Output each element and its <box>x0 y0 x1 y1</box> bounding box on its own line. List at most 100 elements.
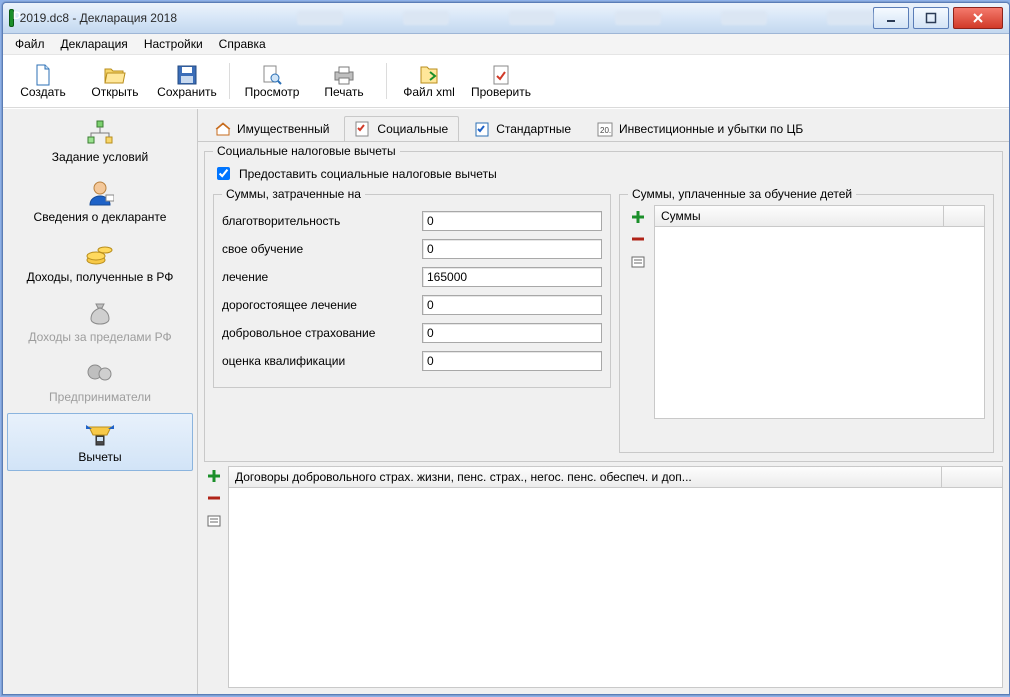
list-header: Суммы <box>655 206 984 227</box>
qualification-input[interactable] <box>422 351 602 371</box>
tab-property[interactable]: Имущественный <box>204 116 340 141</box>
provide-social-checkbox[interactable]: Предоставить социальные налоговые вычеты <box>213 164 994 183</box>
contracts-edit-button[interactable] <box>206 512 222 528</box>
maximize-icon <box>925 12 937 24</box>
tab-label: Социальные <box>377 122 448 136</box>
group-social-deductions: Социальные налоговые вычеты Предоставить… <box>204 144 1003 462</box>
minus-icon <box>631 232 645 246</box>
group-children-education: Суммы, уплаченные за обучение детей <box>619 187 994 453</box>
remove-row-button[interactable] <box>630 231 646 247</box>
provide-social-checkbox-input[interactable] <box>217 167 230 180</box>
checklist-icon <box>355 121 371 137</box>
document-new-icon <box>33 64 53 86</box>
toolbar-check[interactable]: Проверить <box>465 59 537 103</box>
treatment-label: лечение <box>222 270 422 284</box>
expensive-treatment-input[interactable] <box>422 295 602 315</box>
treatment-input[interactable] <box>422 267 602 287</box>
menu-settings[interactable]: Настройки <box>138 35 209 53</box>
toolbar-separator <box>386 63 387 99</box>
list-header: Договоры добровольного страх. жизни, пен… <box>229 467 1002 488</box>
minus-icon <box>207 491 221 505</box>
tab-standard[interactable]: Стандартные <box>463 116 582 141</box>
tab-label: Инвестиционные и убытки по ЦБ <box>619 122 803 136</box>
charity-label: благотворительность <box>222 214 422 228</box>
edit-icon <box>207 513 221 527</box>
money-bag-icon <box>87 300 113 326</box>
app-window: 2019.dc8 - Декларация 2018 Файл Декларац… <box>2 2 1010 695</box>
menu-declaration[interactable]: Декларация <box>55 35 134 53</box>
folder-open-icon <box>103 65 127 85</box>
title-bar: 2019.dc8 - Декларация 2018 <box>3 3 1009 34</box>
menu-bar: Файл Декларация Настройки Справка <box>3 34 1009 55</box>
sidebar-item-conditions[interactable]: Задание условий <box>7 113 193 171</box>
close-button[interactable] <box>953 7 1003 29</box>
sidebar-item-deductions[interactable]: Вычеты <box>7 413 193 471</box>
person-icon <box>86 179 114 207</box>
edit-row-button[interactable] <box>630 253 646 269</box>
svg-text:20.: 20. <box>600 126 611 135</box>
house-icon <box>215 121 231 137</box>
qualification-label: оценка квалификации <box>222 354 422 368</box>
minimize-button[interactable] <box>873 7 909 29</box>
close-icon <box>971 12 985 24</box>
voluntary-insurance-input[interactable] <box>422 323 602 343</box>
edit-icon <box>631 254 645 268</box>
menu-file[interactable]: Файл <box>9 35 51 53</box>
document-check-icon <box>491 64 511 86</box>
sidebar-item-income-foreign[interactable]: Доходы за пределами РФ <box>7 293 193 351</box>
list-column-spacer <box>944 206 984 226</box>
app-icon <box>9 9 14 27</box>
tab-label: Имущественный <box>237 122 329 136</box>
toolbar-separator <box>229 63 230 99</box>
toolbar-open[interactable]: Открыть <box>79 59 151 103</box>
toolbar-print[interactable]: Печать <box>308 59 380 103</box>
tab-bar: Имущественный Социальные Стандартные 20.… <box>198 109 1009 142</box>
contracts-add-button[interactable] <box>206 468 222 484</box>
list-column-sums[interactable]: Суммы <box>655 206 944 226</box>
toolbar-create[interactable]: Создать <box>7 59 79 103</box>
expensive-treatment-label: дорогостоящее лечение <box>222 298 422 312</box>
provide-social-label: Предоставить социальные налоговые вычеты <box>239 167 497 181</box>
main-toolbar: Создать Открыть Сохранить Просмотр Печат… <box>3 55 1009 108</box>
browser-tabs-blur <box>297 11 873 25</box>
sidebar-item-entrepreneurs[interactable]: Предприниматели <box>7 353 193 411</box>
tab-social[interactable]: Социальные <box>344 116 459 141</box>
children-education-legend: Суммы, уплаченные за обучение детей <box>628 187 856 201</box>
plus-icon <box>207 469 221 483</box>
window-title: 2019.dc8 - Декларация 2018 <box>20 11 177 25</box>
own-education-input[interactable] <box>422 239 602 259</box>
list-column-spacer <box>942 467 1002 487</box>
sidebar-item-declarant[interactable]: Сведения о декларанте <box>7 173 193 231</box>
maximize-button[interactable] <box>913 7 949 29</box>
sums-spent-legend: Суммы, затраченные на <box>222 187 365 201</box>
clipboard-check-icon <box>474 121 490 137</box>
coins-icon <box>85 240 115 266</box>
plus-icon <box>631 210 645 224</box>
toolbar-save[interactable]: Сохранить <box>151 59 223 103</box>
contracts-list[interactable]: Договоры добровольного страх. жизни, пен… <box>228 466 1003 688</box>
contracts-remove-button[interactable] <box>206 490 222 506</box>
charity-input[interactable] <box>422 211 602 231</box>
toolbar-file-xml[interactable]: Файл xml <box>393 59 465 103</box>
own-education-label: свое обучение <box>222 242 422 256</box>
group-sums-spent: Суммы, затраченные на благотворительност… <box>213 187 611 388</box>
printer-icon <box>333 65 355 85</box>
add-row-button[interactable] <box>630 209 646 225</box>
toolbar-preview[interactable]: Просмотр <box>236 59 308 103</box>
entrepreneurs-icon <box>85 360 115 386</box>
conditions-icon <box>85 120 115 146</box>
group-legend: Социальные налоговые вычеты <box>213 144 400 158</box>
minimize-icon <box>885 12 897 24</box>
floppy-icon <box>177 65 197 85</box>
left-sidebar: Задание условий Сведения о декларанте До… <box>3 109 198 694</box>
voluntary-insurance-label: добровольное страхование <box>222 326 422 340</box>
sidebar-item-income-rf[interactable]: Доходы, полученные в РФ <box>7 233 193 291</box>
list-column-contracts[interactable]: Договоры добровольного страх. жизни, пен… <box>229 467 942 487</box>
calendar20-icon: 20. <box>597 121 613 137</box>
tab-invest[interactable]: 20. Инвестиционные и убытки по ЦБ <box>586 116 814 141</box>
menu-help[interactable]: Справка <box>213 35 272 53</box>
magnifier-page-icon <box>261 64 283 86</box>
tab-label: Стандартные <box>496 122 571 136</box>
export-xml-icon <box>418 64 440 86</box>
children-education-list[interactable]: Суммы <box>654 205 985 419</box>
